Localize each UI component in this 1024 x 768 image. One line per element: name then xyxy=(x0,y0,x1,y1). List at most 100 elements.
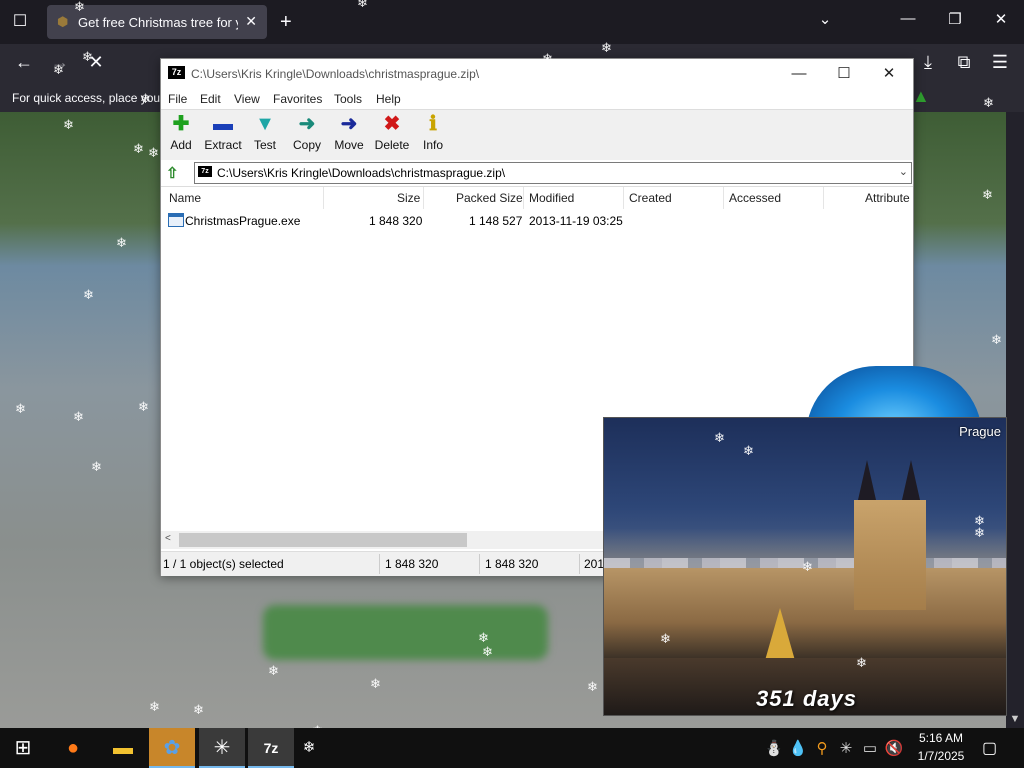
table-row[interactable]: ChristmasPrague.exe 1 848 320 1 148 527 … xyxy=(161,211,913,229)
col-created[interactable]: Created xyxy=(629,191,672,205)
snowflake-icon: ❄ xyxy=(802,559,813,574)
tree-favicon-icon: ⬢ xyxy=(57,14,69,29)
browser-close-button[interactable]: ✕ xyxy=(986,10,1016,28)
move-icon: ➜ xyxy=(340,113,358,135)
status-packed: 1 848 320 xyxy=(485,557,539,571)
info-label: Info xyxy=(422,138,443,152)
snowflake-icon: ❄ xyxy=(478,630,489,645)
column-divider[interactable] xyxy=(823,187,824,209)
search-tray-icon[interactable]: ⚲ xyxy=(812,739,832,757)
download-icon[interactable]: ⤓ xyxy=(916,52,940,73)
snowflake-icon: ❄ xyxy=(587,679,598,694)
browser-tab-bar: ☐ ⬢ Get free Christmas tree for your ✕ +… xyxy=(0,0,1024,44)
7zip-close-button[interactable]: ✕ xyxy=(869,64,909,86)
col-modified[interactable]: Modified xyxy=(529,191,574,205)
extensions-icon[interactable]: ⧉ xyxy=(952,52,976,73)
status-divider xyxy=(379,554,380,574)
column-divider[interactable] xyxy=(623,187,624,209)
browser-minimize-button[interactable]: — xyxy=(893,10,923,27)
firefox-icon[interactable]: ● xyxy=(50,728,96,768)
browser-maximize-button[interactable]: ❐ xyxy=(940,10,970,28)
page-scrollbar[interactable] xyxy=(1006,112,1024,728)
snowflake-icon: ❄ xyxy=(856,655,867,670)
info-button[interactable]: ℹ Info xyxy=(411,112,455,158)
copy-button[interactable]: ➜ Copy xyxy=(285,112,329,158)
file-modified: 2013-11-19 03:25 xyxy=(529,214,623,228)
scrollbar-thumb[interactable] xyxy=(179,533,467,547)
menu-view[interactable]: View xyxy=(234,92,260,106)
snowflake-icon: ❄ xyxy=(149,699,160,714)
snowflake-icon: ❄ xyxy=(63,117,74,132)
menu-favorites[interactable]: Favorites xyxy=(273,92,322,106)
menu-icon[interactable]: ☰ xyxy=(988,52,1012,73)
snowman-tray-icon[interactable]: ⛄ xyxy=(764,739,784,757)
status-date: 201 xyxy=(584,557,605,571)
snowflake-app-icon[interactable]: ✳ xyxy=(199,728,245,768)
col-accessed[interactable]: Accessed xyxy=(729,191,781,205)
delete-button[interactable]: ✖ Delete xyxy=(370,112,414,158)
extract-icon: ▬ xyxy=(213,113,233,135)
snowflake-icon: ❄ xyxy=(601,40,612,55)
col-size[interactable]: Size xyxy=(397,191,420,205)
widget-city-label: Prague xyxy=(959,424,1001,439)
clock-time[interactable]: 5:16 AM xyxy=(916,731,966,745)
snowflake-icon: ❄ xyxy=(974,525,985,540)
tyn-church xyxy=(854,460,926,610)
col-packed-size[interactable]: Packed Size xyxy=(456,191,523,205)
address-text: C:\Users\Kris Kringle\Downloads\christma… xyxy=(217,166,506,180)
menu-edit[interactable]: Edit xyxy=(200,92,221,106)
new-tab-button[interactable]: + xyxy=(280,10,292,34)
snowflake-icon: ❄ xyxy=(83,287,94,302)
extract-button[interactable]: ▬ Extract xyxy=(201,112,245,158)
volume-mute-icon[interactable]: 🔇 xyxy=(884,739,904,757)
chevron-down-icon[interactable]: ⌄ xyxy=(810,10,840,28)
up-folder-icon[interactable]: ⇧ xyxy=(166,164,184,182)
column-divider[interactable] xyxy=(523,187,524,209)
exe-file-icon xyxy=(168,213,184,227)
snowflake-icon: ❄ xyxy=(193,702,204,717)
page-download-button[interactable] xyxy=(263,605,548,660)
7zip-minimize-button[interactable]: — xyxy=(779,64,819,86)
move-button[interactable]: ➜ Move xyxy=(327,112,371,158)
test-button[interactable]: ▼ Test xyxy=(243,112,287,158)
christmas-app-icon[interactable]: ✿ xyxy=(149,728,195,768)
column-divider[interactable] xyxy=(723,187,724,209)
col-attribute[interactable]: Attribute xyxy=(865,191,910,205)
clock-date[interactable]: 1/7/2025 xyxy=(913,749,969,763)
network-tray-icon[interactable]: ▭ xyxy=(860,739,880,757)
7zip-logo-icon: 7z xyxy=(168,66,185,79)
list-tabs-icon[interactable]: ☐ xyxy=(8,10,32,34)
delete-icon: ✖ xyxy=(383,113,401,135)
file-explorer-icon[interactable]: ▬ xyxy=(100,728,146,768)
scroll-left-icon[interactable]: < xyxy=(165,533,171,544)
drop-tray-icon[interactable]: 💧 xyxy=(788,739,808,757)
snow-tray-icon[interactable]: ❄ xyxy=(286,728,332,768)
7zip-titlebar[interactable]: 7z C:\Users\Kris Kringle\Downloads\chris… xyxy=(161,59,913,89)
snowflake-tray-icon[interactable]: ✳ xyxy=(836,739,856,757)
add-button[interactable]: ✚ Add xyxy=(159,112,203,158)
copy-label: Copy xyxy=(292,138,321,152)
scroll-down-icon[interactable]: ▼ xyxy=(1006,710,1024,728)
spire xyxy=(902,460,920,500)
snowflake-icon: ❄ xyxy=(660,631,671,646)
tab-title: Get free Christmas tree for your xyxy=(78,15,238,30)
address-field[interactable]: 7z C:\Users\Kris Kringle\Downloads\chris… xyxy=(194,162,912,184)
back-icon[interactable]: ← xyxy=(12,52,36,73)
column-divider[interactable] xyxy=(323,187,324,209)
menu-help[interactable]: Help xyxy=(376,92,401,106)
notifications-icon[interactable]: ▢ xyxy=(982,738,997,758)
snowflake-icon: ❄ xyxy=(982,187,993,202)
7zip-maximize-button[interactable]: ☐ xyxy=(824,64,864,86)
menu-file[interactable]: File xyxy=(168,92,187,106)
column-divider[interactable] xyxy=(423,187,424,209)
address-dropdown-icon[interactable]: ⌄ xyxy=(899,165,908,178)
tab-close-icon[interactable]: ✕ xyxy=(245,13,257,30)
delete-label: Delete xyxy=(374,138,410,152)
status-divider xyxy=(479,554,480,574)
start-button[interactable]: ⊞ xyxy=(0,728,46,768)
snowflake-icon: ❄ xyxy=(983,95,994,110)
menu-tools[interactable]: Tools xyxy=(334,92,362,106)
test-label: Test xyxy=(253,138,276,152)
col-name[interactable]: Name xyxy=(169,191,201,205)
snowflake-icon: ❄ xyxy=(542,51,553,66)
